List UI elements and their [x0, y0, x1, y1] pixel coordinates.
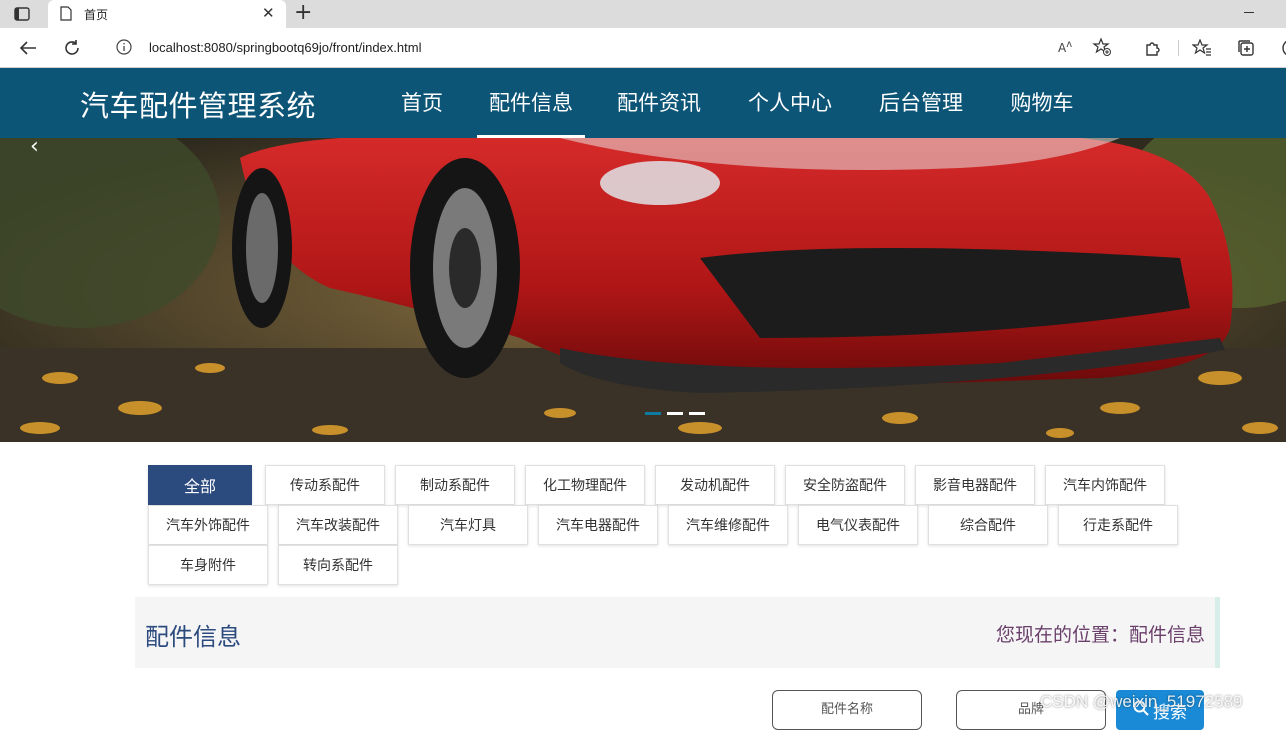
carousel-prev-icon[interactable]: ‹: [30, 138, 39, 159]
nav-parts-info[interactable]: 配件信息: [477, 68, 585, 138]
read-aloud-icon[interactable]: Aʌ: [1058, 39, 1072, 55]
extensions-icon[interactable]: [1141, 36, 1165, 60]
category-button[interactable]: 汽车电器配件: [538, 505, 658, 545]
minimize-icon[interactable]: [1244, 12, 1254, 13]
category-button[interactable]: 传动系配件: [265, 465, 385, 505]
browser-tab-bar: 首页 ✕ +: [0, 0, 1286, 28]
breadcrumb: 您现在的位置：配件信息: [996, 620, 1205, 647]
category-button[interactable]: 汽车维修配件: [668, 505, 788, 545]
category-button[interactable]: 转向系配件: [278, 545, 398, 585]
banner-carousel: ‹: [0, 138, 1286, 442]
collections-icon[interactable]: [1234, 36, 1258, 60]
browser-tab[interactable]: 首页 ✕: [48, 0, 286, 28]
section-title: 配件信息: [145, 623, 241, 651]
address-bar-row: localhost:8080/springbootq69jo/front/ind…: [0, 28, 1286, 68]
carousel-dot[interactable]: [689, 412, 705, 415]
page-icon: [60, 6, 72, 25]
category-button[interactable]: 影音电器配件: [915, 465, 1035, 505]
favorites-icon[interactable]: [1190, 36, 1214, 60]
site-title: 汽车配件管理系统: [80, 89, 317, 123]
nav-home[interactable]: 首页: [400, 68, 444, 138]
category-button[interactable]: 电气仪表配件: [798, 505, 918, 545]
category-button[interactable]: 制动系配件: [395, 465, 515, 505]
category-button[interactable]: 安全防盗配件: [785, 465, 905, 505]
breadcrumb-current[interactable]: 配件信息: [1129, 624, 1205, 646]
url-field[interactable]: localhost:8080/springbootq69jo/front/ind…: [100, 33, 1125, 63]
add-favorite-icon[interactable]: [1092, 37, 1112, 61]
carousel-indicators: [645, 412, 705, 415]
category-button[interactable]: 汽车灯具: [408, 505, 528, 545]
tab-title: 首页: [84, 8, 109, 22]
site-header: 汽车配件管理系统 首页 配件信息 配件资讯 个人中心 后台管理 购物车: [0, 68, 1286, 138]
new-tab-icon[interactable]: +: [294, 1, 312, 25]
refresh-icon[interactable]: [60, 36, 84, 60]
back-icon[interactable]: [16, 36, 40, 60]
nav-cart[interactable]: 购物车: [1009, 68, 1075, 138]
category-button[interactable]: 汽车改装配件: [278, 505, 398, 545]
tab-actions-icon[interactable]: [10, 4, 34, 24]
category-button[interactable]: 车身附件: [148, 545, 268, 585]
close-tab-icon[interactable]: ✕: [262, 4, 275, 22]
nav-parts-news[interactable]: 配件资讯: [615, 68, 703, 138]
category-button[interactable]: 汽车内饰配件: [1045, 465, 1165, 505]
category-button-all[interactable]: 全部: [148, 465, 252, 505]
category-button[interactable]: 化工物理配件: [525, 465, 645, 505]
nav-admin[interactable]: 后台管理: [877, 68, 965, 138]
category-button[interactable]: 汽车外饰配件: [148, 505, 268, 545]
category-button[interactable]: 综合配件: [928, 505, 1048, 545]
section-header: 配件信息 您现在的位置：配件信息: [135, 597, 1220, 668]
part-name-search-input[interactable]: 配件名称: [772, 690, 922, 730]
profile-icon[interactable]: [1274, 36, 1286, 60]
info-icon[interactable]: [116, 39, 132, 59]
banner-image: [0, 138, 1286, 442]
toolbar-divider: [1178, 40, 1179, 56]
carousel-dot[interactable]: [645, 412, 661, 415]
watermark: CSDN @weixin_51972589: [1040, 692, 1243, 711]
breadcrumb-prefix: 您现在的位置：: [995, 624, 1129, 646]
category-button[interactable]: 发动机配件: [655, 465, 775, 505]
carousel-dot[interactable]: [667, 412, 683, 415]
url-text: localhost:8080/springbootq69jo/front/ind…: [149, 40, 422, 55]
category-button[interactable]: 行走系配件: [1058, 505, 1178, 545]
nav-personal-center[interactable]: 个人中心: [746, 68, 834, 138]
